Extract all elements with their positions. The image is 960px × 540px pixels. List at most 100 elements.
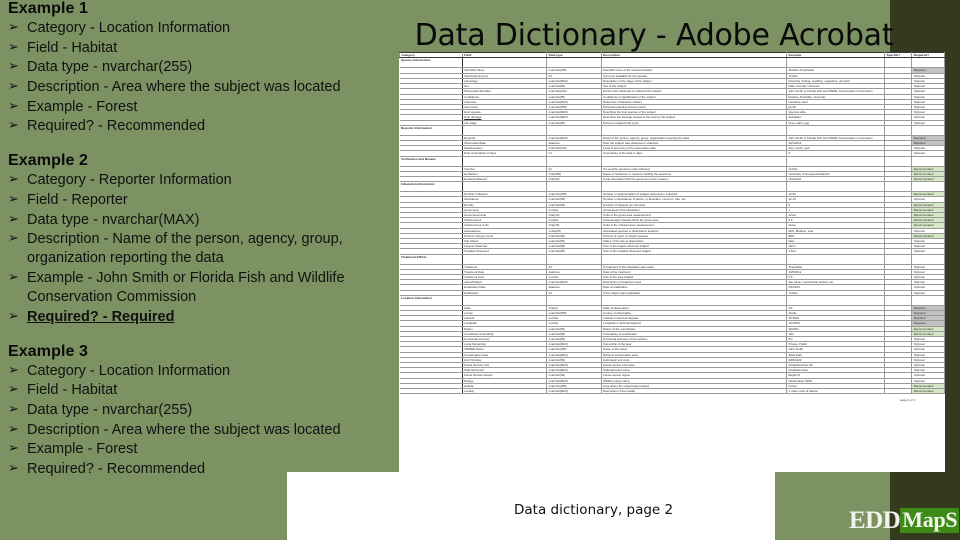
arrow-bullet-icon: ➢ [8,421,19,437]
bullet-item: ➢ Required? - Recommended [0,117,396,136]
table-cell: Recommended [911,388,945,395]
bullet-text: Description - Area where the subject was… [27,421,341,438]
table-cell [785,57,886,69]
table-row: Treatment Efforts [399,253,945,265]
table-cell [785,124,886,136]
table-cell [461,294,548,306]
table-cell [884,57,913,69]
example-block-1: Example 1 ➢ Category - Location Informat… [0,0,396,136]
example-block-2: Example 2 ➢ Category - Reporter Informat… [0,152,396,327]
table-row: Verification and Review [399,155,945,167]
bullet-list: ➢ Category - Location Information ➢ Fiel… [0,19,396,136]
bullet-text: Data type - nvarchar(255) [27,402,193,418]
arrow-bullet-icon: ➢ [8,362,19,378]
table-cell [911,57,945,69]
bullet-item: ➢ Category - Reporter Information [0,171,396,190]
bullet-text: Description - Name of the person, agency… [27,231,343,267]
table-cell [546,181,602,193]
example-heading: Example 2 [8,152,89,170]
table-cell [911,155,945,167]
logo-edd-text: EDD [849,506,901,534]
bullet-text: Example - Forest [27,98,138,115]
arrow-bullet-icon: ➢ [8,191,19,207]
table-cell [546,294,602,306]
table-cell [911,124,945,136]
table-cell [461,57,548,69]
arrow-bullet-icon: ➢ [8,59,19,75]
arrow-bullet-icon: ➢ [8,382,19,398]
table-row: Species Information [399,57,945,69]
table-cell [600,181,787,193]
arrow-bullet-icon: ➢ [8,78,19,94]
table-cell-category [399,388,463,395]
bullet-item: ➢ Data type - nvarchar(255) [0,58,396,77]
table-row: Location Information [399,294,945,306]
bullet-text: Data type - nvarchar(MAX) [27,211,200,228]
table-cell [546,253,602,265]
document-footer-note: page 2 of 4 [899,398,915,403]
bullet-text: Description - Area where the subject was… [27,78,341,95]
bullet-item: ➢ Category - Location Information [0,19,396,38]
table-cell [461,124,548,136]
bullet-item: ➢ Data type - nvarchar(MAX) [0,211,396,230]
table-cell [785,155,886,167]
arrow-bullet-icon: ➢ [8,39,19,55]
caption-text: Data dictionary, page 2 [514,502,674,518]
table-cell [600,124,787,136]
table-cell [546,124,602,136]
bullet-item: ➢ Description - Name of the person, agen… [0,230,396,268]
arrow-bullet-icon: ➢ [8,211,19,227]
table-cell: nvarchar(MAX) [546,388,602,395]
example-heading: Example 3 [8,342,89,360]
arrow-bullet-icon: ➢ [8,231,19,247]
bullet-text: Required? - Required [27,308,175,325]
table-cell [600,294,787,306]
table-cell [884,294,913,306]
table-cell [785,253,886,265]
table-cell [600,57,787,69]
bullet-text: Category - Location Information [27,20,231,36]
table-cell: John Smith or Florida Fish and Wildlife … [785,88,886,95]
bullet-item: ➢ Example - Forest [0,440,396,459]
bullet-text: Example - John Smith or Florida Fish and… [27,269,345,305]
table-cell [911,294,945,306]
arrow-bullet-icon: ➢ [8,441,19,457]
bullet-text: Field - Reporter [27,191,128,208]
table-cell [785,181,886,193]
table-cell [600,155,787,167]
bullet-item: ➢ Category - Location Information [0,362,396,381]
table-body: Species Information Scientific Name nvarch… [399,57,945,395]
bullet-item: ➢ Description - Area where the subject w… [0,421,396,440]
bullet-item: ➢ Field - Habitat [0,39,396,58]
arrow-bullet-icon: ➢ [8,308,19,324]
table-cell-category: Location Information [399,294,463,306]
table-cell [884,181,913,193]
example-block-3: Example 3 ➢ Category - Location Informat… [0,343,396,479]
logo-maps-badge: MapS [900,506,960,533]
eddmaps-logo: EDD MapS [849,506,960,534]
table-cell-category: Infestation Information [399,181,463,193]
table-cell [884,253,913,265]
arrow-bullet-icon: ➢ [8,460,19,476]
bullet-list: ➢ Category - Location Information ➢ Fiel… [0,362,396,479]
table-cell [461,181,548,193]
table-row: Reporter Information [399,124,945,136]
table-cell-category: Species Information [399,57,463,69]
bullet-item: ➢ Example - John Smith or Florida Fish a… [0,269,396,307]
document-screenshot: Category Field Data type Description Example… [399,52,945,472]
arrow-bullet-icon: ➢ [8,98,19,114]
bullet-item: ➢ Data type - nvarchar(255) [0,401,396,420]
arrow-bullet-icon: ➢ [8,118,19,134]
bullet-item: ➢ Field - Habitat [0,381,396,400]
table-cell [884,124,913,136]
table-cell [884,388,913,395]
table-cell [546,155,602,167]
arrow-bullet-icon: ➢ [8,20,19,35]
table-row: Infestation Information [399,181,945,193]
bullet-text: Field - Habitat [27,39,118,56]
table-cell-category: Verification and Review [399,155,463,167]
table-cell [461,155,548,167]
bullet-text: Example - Forest [27,441,138,458]
bullet-item: ➢ Required? - Required [0,308,396,327]
table-row: Locality nvarchar(MAX) Description of the … [399,388,945,395]
